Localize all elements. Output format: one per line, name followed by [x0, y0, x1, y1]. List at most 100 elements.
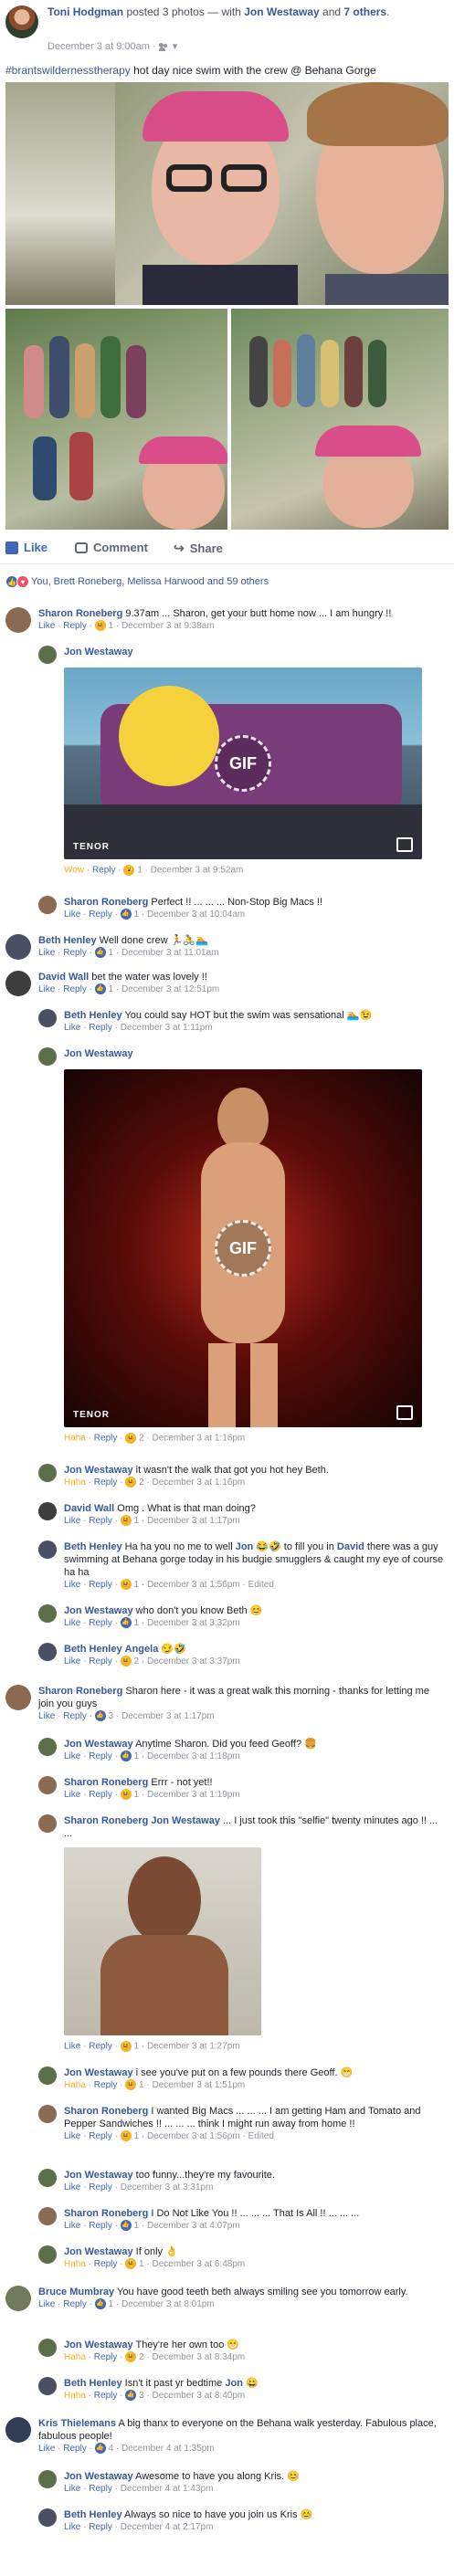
text[interactable]: Reply [89, 1618, 112, 1628]
text[interactable]: Reply [94, 1477, 118, 1488]
author-avatar[interactable] [5, 5, 38, 38]
comment-author[interactable]: Sharon Roneberg [38, 608, 122, 619]
text[interactable]: Like [64, 1516, 80, 1526]
like-button[interactable]: Like [5, 541, 48, 554]
author-name[interactable]: Toni Hodgman [48, 5, 123, 18]
avatar[interactable] [38, 2105, 57, 2123]
comment-author[interactable]: Jon Westaway [64, 1605, 133, 1616]
text[interactable]: Like [64, 2221, 80, 2231]
avatar[interactable] [38, 1776, 57, 1794]
comment-reply-link[interactable]: Reply [63, 621, 87, 631]
avatar[interactable] [38, 2207, 57, 2225]
comment-author[interactable]: Sharon Roneberg [38, 1686, 122, 1697]
text[interactable]: Reply [89, 909, 112, 920]
text[interactable]: Like [38, 2299, 55, 2309]
text[interactable]: Reply [89, 2221, 112, 2231]
comment-author[interactable]: Jon Westaway [64, 2246, 133, 2257]
comment-author[interactable]: Jon Westaway [64, 2170, 133, 2181]
text[interactable]: Like [64, 2484, 80, 2494]
text[interactable]: Reply [89, 2182, 112, 2192]
text[interactable]: December 3 at 11:01am [121, 948, 219, 958]
comment-like-link[interactable]: Like [38, 621, 55, 631]
avatar[interactable] [38, 1464, 57, 1482]
text[interactable]: December 3 at 1:51pm [153, 2080, 246, 2090]
text[interactable]: December 3 at 1:19pm [147, 1790, 240, 1800]
text[interactable]: Reply [89, 1580, 112, 1590]
avatar[interactable] [38, 2508, 57, 2527]
text[interactable]: Reply [89, 2131, 112, 2141]
avatar[interactable] [38, 2066, 57, 2085]
text[interactable]: Haha [64, 1477, 86, 1488]
text[interactable]: Like [64, 1580, 80, 1590]
reactions-summary[interactable]: 👍 ♥ You, Brett Roneberg, Melissa Harwood … [5, 575, 269, 588]
comment-author[interactable]: Beth Henley [64, 1541, 122, 1552]
avatar[interactable] [38, 1738, 57, 1756]
photo-group[interactable] [5, 309, 227, 530]
text[interactable]: December 3 at 3:31pm [121, 2182, 214, 2192]
text[interactable]: Reply [89, 2484, 112, 2494]
text[interactable]: December 3 at 1:56pm · Edited [147, 1580, 274, 1590]
comment-author[interactable]: Sharon Roneberg [64, 2208, 148, 2219]
comment-author[interactable]: Jon Westaway [64, 2067, 133, 2078]
text[interactable]: December 3 at 1:18pm [147, 1751, 240, 1761]
text[interactable]: December 3 at 3:32pm [147, 1618, 240, 1628]
text[interactable]: December 3 at 1:16pm [153, 1477, 246, 1488]
text[interactable]: Reply [63, 2444, 87, 2454]
avatar[interactable] [38, 2169, 57, 2187]
comment-author[interactable]: Kris Thielemans [38, 2418, 116, 2429]
text[interactable]: Like [64, 2522, 80, 2532]
homer-gif[interactable]: GIF TENOR [64, 668, 422, 859]
avatar[interactable] [38, 2245, 57, 2264]
text[interactable]: December 3 at 1:11pm [121, 1023, 213, 1033]
wow-reaction-label[interactable]: Wow [64, 866, 84, 876]
comment-author[interactable]: David Wall [64, 1503, 114, 1514]
text[interactable]: Like [64, 2182, 80, 2192]
text[interactable]: Jon [225, 2378, 243, 2389]
comment-time[interactable]: December 3 at 9:38am [121, 621, 215, 631]
text[interactable]: Like [64, 1751, 80, 1761]
mention-link[interactable]: Jon [236, 1541, 254, 1552]
text[interactable]: Reply [63, 984, 87, 994]
text[interactable]: Like [38, 2444, 55, 2454]
friends-audience-icon[interactable] [158, 42, 170, 51]
comment-author[interactable]: Jon Westaway [64, 2339, 133, 2350]
text[interactable]: December 3 at 1:16pm [153, 1434, 246, 1444]
text[interactable]: Reply [89, 1751, 112, 1761]
text[interactable]: Like [38, 984, 55, 994]
comment-button[interactable]: Comment [75, 541, 148, 554]
photo-selfie-main[interactable] [5, 82, 449, 305]
text[interactable]: Reply [89, 2042, 112, 2052]
text[interactable]: Like [64, 909, 80, 920]
text[interactable]: Reply [94, 1434, 118, 1444]
comment-author[interactable]: Sharon Roneberg [64, 2106, 148, 2117]
avatar[interactable] [38, 896, 57, 914]
text[interactable]: Reply [94, 2259, 118, 2269]
avatar[interactable] [38, 1009, 57, 1027]
text[interactable]: December 3 at 6:48pm [153, 2259, 246, 2269]
avatar[interactable] [5, 2286, 31, 2311]
avatar[interactable] [38, 1814, 57, 1833]
text[interactable]: December 3 at 1:56pm · Edited [147, 2131, 274, 2141]
text[interactable]: Reply [89, 1023, 112, 1033]
share-button[interactable]: ↪ Share [174, 541, 223, 556]
comment-author[interactable]: Jon Westaway [64, 647, 133, 657]
avatar[interactable] [5, 2417, 31, 2443]
text[interactable]: Reply [94, 2352, 118, 2362]
text[interactable]: Like [64, 1618, 80, 1628]
selfie-photo[interactable] [64, 1847, 261, 2035]
text[interactable]: December 3 at 8:01pm [121, 2299, 215, 2309]
tagged-person-link[interactable]: Jon Westaway [244, 5, 319, 18]
text[interactable]: December 4 at 1:35pm [121, 2444, 215, 2454]
comment-author[interactable]: Jon Westaway [64, 1739, 133, 1750]
text[interactable]: Angela [125, 1644, 159, 1655]
others-link[interactable]: 7 others [343, 5, 386, 18]
text[interactable]: December 3 at 4:07pm [147, 2221, 240, 2231]
text[interactable]: Like [38, 1711, 55, 1721]
avatar[interactable] [38, 2377, 57, 2395]
text[interactable]: Like [64, 2042, 80, 2052]
text[interactable]: Reply [89, 2522, 112, 2532]
avatar[interactable] [5, 971, 31, 996]
text[interactable]: Haha [64, 2080, 86, 2090]
comment-author[interactable]: Beth Henley [64, 1010, 122, 1021]
text[interactable]: December 4 at 2:17pm [121, 2522, 214, 2532]
